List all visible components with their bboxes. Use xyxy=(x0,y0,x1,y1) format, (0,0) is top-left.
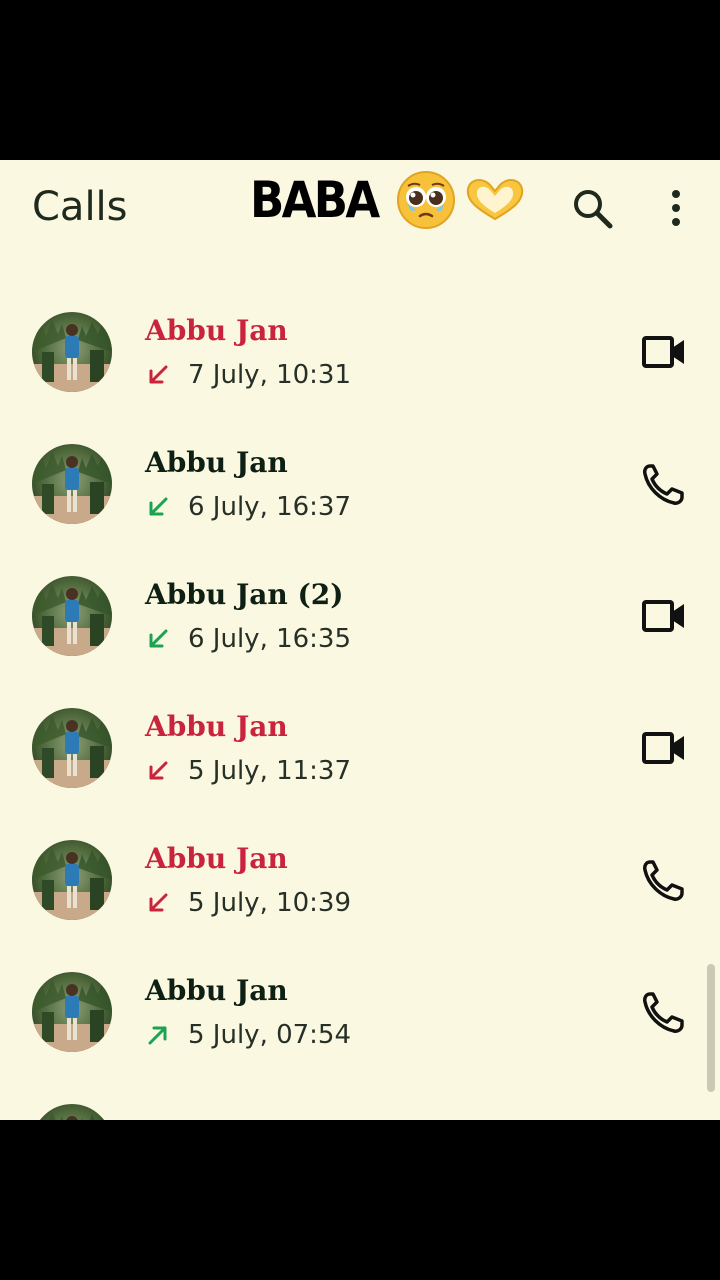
call-details: 6 July, 16:35 xyxy=(145,622,351,656)
contact-name: Abbu Jan xyxy=(145,974,288,1007)
call-details: 5 July, 07:54 xyxy=(145,1018,351,1052)
call-row[interactable]: Abbu Jan (2) 6 July, 16:35 xyxy=(0,576,720,708)
overlay-text: BABA xyxy=(250,171,380,229)
call-details: 7 July, 10:31 xyxy=(145,358,351,392)
page-title: Calls xyxy=(32,184,128,230)
call-time: 7 July, 10:31 xyxy=(188,360,352,390)
contact-avatar[interactable] xyxy=(32,972,112,1052)
calls-screen: Calls BABA Abbu Jan 7 July, 10:31 Abbu J… xyxy=(0,160,720,1120)
scrollbar[interactable] xyxy=(707,964,715,1092)
search-icon[interactable] xyxy=(570,186,614,230)
phone-icon[interactable] xyxy=(640,858,688,902)
call-time: 6 July, 16:37 xyxy=(188,492,352,522)
call-received-icon xyxy=(149,893,168,912)
videocam-icon[interactable] xyxy=(640,330,688,374)
contact-avatar[interactable] xyxy=(32,708,112,788)
overlay-caption: BABA xyxy=(250,170,530,230)
pleading-face-icon xyxy=(396,171,455,229)
phone-icon[interactable] xyxy=(640,990,688,1034)
call-time: 5 July, 07:54 xyxy=(188,1020,352,1050)
contact-name: Abbu Jan xyxy=(145,842,288,875)
contact-avatar[interactable] xyxy=(32,576,112,656)
contact-avatar xyxy=(32,1104,112,1120)
contact-name: Abbu Jan xyxy=(145,314,288,347)
call-received-icon xyxy=(149,629,168,648)
heart-hands-icon xyxy=(466,179,523,221)
videocam-icon[interactable] xyxy=(640,594,688,638)
call-details: 5 July, 10:39 xyxy=(145,886,351,920)
call-time: 6 July, 16:35 xyxy=(188,624,352,654)
videocam-icon[interactable] xyxy=(640,726,688,770)
contact-name: Abbu Jan (2) xyxy=(145,578,344,611)
call-row[interactable]: Abbu Jan 5 July, 11:37 xyxy=(0,708,720,840)
call-row-partial[interactable] xyxy=(0,1104,720,1120)
call-row[interactable]: Abbu Jan 7 July, 10:31 xyxy=(0,312,720,444)
call-row[interactable]: Abbu Jan 5 July, 07:54 xyxy=(0,972,720,1104)
contact-avatar[interactable] xyxy=(32,840,112,920)
call-log-list: Abbu Jan 7 July, 10:31 Abbu Jan 6 July, 16:… xyxy=(0,312,720,1104)
call-details: 6 July, 16:37 xyxy=(145,490,351,524)
contact-name: Abbu Jan xyxy=(145,446,288,479)
call-made-icon xyxy=(148,1026,167,1045)
call-received-icon xyxy=(149,761,168,780)
call-row[interactable]: Abbu Jan 5 July, 10:39 xyxy=(0,840,720,972)
call-received-icon xyxy=(149,497,168,516)
app-bar: Calls BABA xyxy=(0,160,720,260)
call-row[interactable]: Abbu Jan 6 July, 16:37 xyxy=(0,444,720,576)
contact-avatar[interactable] xyxy=(32,312,112,392)
call-time: 5 July, 10:39 xyxy=(188,888,352,918)
contact-avatar[interactable] xyxy=(32,444,112,524)
call-time: 5 July, 11:37 xyxy=(188,756,352,786)
phone-icon[interactable] xyxy=(640,462,688,506)
call-details: 5 July, 11:37 xyxy=(145,754,351,788)
more-vert-icon[interactable] xyxy=(662,188,690,228)
call-received-icon xyxy=(149,365,168,384)
contact-name: Abbu Jan xyxy=(145,710,288,743)
